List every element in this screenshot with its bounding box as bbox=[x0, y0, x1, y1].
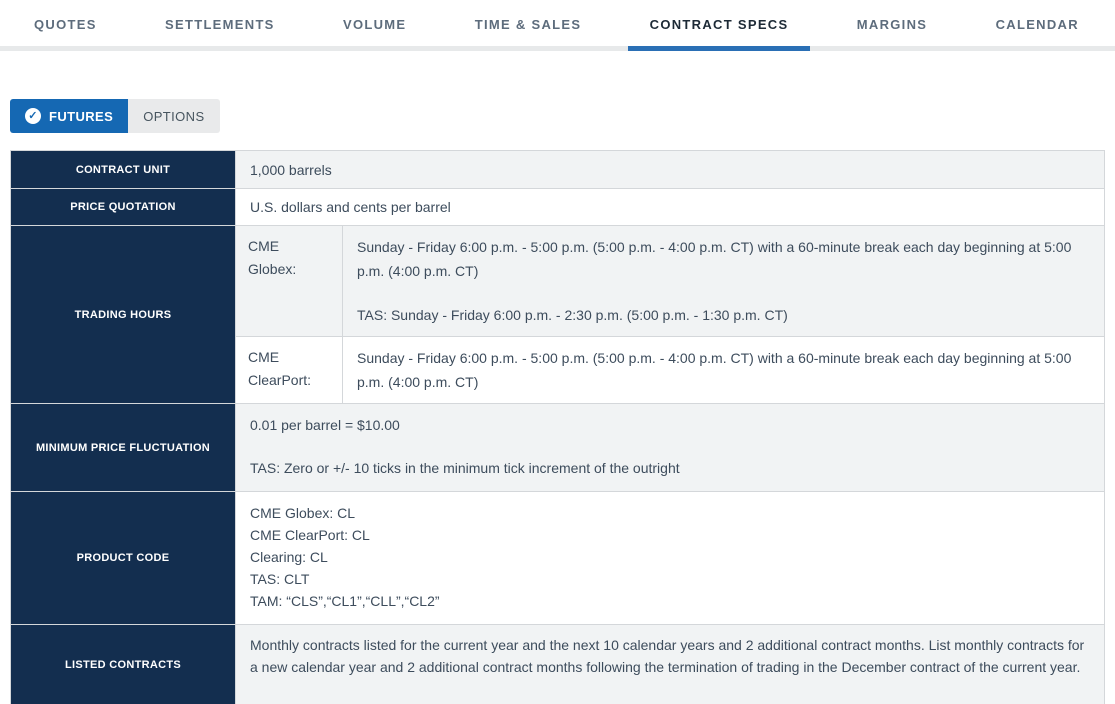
hours-line: Sunday - Friday 6:00 p.m. - 5:00 p.m. (5… bbox=[357, 350, 1072, 390]
row-value: 0.01 per barrel = $10.00 TAS: Zero or +/… bbox=[236, 404, 1104, 491]
check-circle-icon: ✓ bbox=[25, 108, 41, 124]
venue-hours: Sunday - Friday 6:00 p.m. - 5:00 p.m. (5… bbox=[343, 337, 1104, 403]
instrument-toggle: ✓ FUTURES OPTIONS bbox=[10, 99, 1115, 133]
row-label: MINIMUM PRICE FLUCTUATION bbox=[11, 404, 236, 491]
tab-settlements[interactable]: SETTLEMENTS bbox=[143, 0, 297, 46]
futures-toggle-label: FUTURES bbox=[49, 108, 114, 124]
row-label: CONTRACT UNIT bbox=[11, 151, 236, 188]
venue-label: CME Globex: bbox=[236, 226, 343, 336]
row-label: LISTED CONTRACTS bbox=[11, 625, 236, 704]
tab-calendar[interactable]: CALENDAR bbox=[974, 0, 1101, 46]
row-value: Monthly contracts listed for the current… bbox=[236, 625, 1104, 704]
value-line: CME ClearPort: CL bbox=[250, 527, 370, 543]
value-line: CME Globex: CL bbox=[250, 505, 356, 521]
value-line: TAS: Zero or +/- 10 ticks in the minimum… bbox=[250, 460, 680, 476]
venue-label: CME ClearPort: bbox=[236, 337, 343, 403]
row-label: PRODUCT CODE bbox=[11, 492, 236, 624]
tab-quotes[interactable]: QUOTES bbox=[12, 0, 119, 46]
trading-hours-clearport-subrow: CME ClearPort: Sunday - Friday 6:00 p.m.… bbox=[236, 336, 1104, 403]
hours-line: TAS: Sunday - Friday 6:00 p.m. - 2:30 p.… bbox=[357, 307, 788, 323]
hours-line: Sunday - Friday 6:00 p.m. - 5:00 p.m. (5… bbox=[357, 239, 1072, 279]
tab-margins[interactable]: MARGINS bbox=[835, 0, 950, 46]
trading-hours-globex-subrow: CME Globex: Sunday - Friday 6:00 p.m. - … bbox=[236, 226, 1104, 336]
table-row-contract-unit: CONTRACT UNIT 1,000 barrels bbox=[11, 151, 1104, 188]
value-line: TAS: CLT bbox=[250, 571, 310, 587]
tab-contract-specs[interactable]: CONTRACT SPECS bbox=[627, 0, 811, 51]
row-value: 1,000 barrels bbox=[236, 151, 1104, 188]
row-label: PRICE QUOTATION bbox=[11, 189, 236, 225]
contract-specs-table: CONTRACT UNIT 1,000 barrels PRICE QUOTAT… bbox=[10, 150, 1105, 704]
options-toggle-label: OPTIONS bbox=[143, 108, 205, 124]
options-toggle-button[interactable]: OPTIONS bbox=[128, 99, 220, 133]
row-value: CME Globex: CL CME ClearPort: CL Clearin… bbox=[236, 492, 1104, 624]
table-row-trading-hours: TRADING HOURS CME Globex: Sunday - Frida… bbox=[11, 225, 1104, 403]
futures-toggle-button[interactable]: ✓ FUTURES bbox=[10, 99, 129, 133]
row-label: TRADING HOURS bbox=[11, 226, 236, 403]
tab-time-and-sales[interactable]: TIME & SALES bbox=[453, 0, 604, 46]
table-row-minimum-price-fluctuation: MINIMUM PRICE FLUCTUATION 0.01 per barre… bbox=[11, 403, 1104, 491]
tab-volume[interactable]: VOLUME bbox=[321, 0, 428, 46]
value-line: Clearing: CL bbox=[250, 549, 328, 565]
table-row-listed-contracts: LISTED CONTRACTS Monthly contracts liste… bbox=[11, 624, 1104, 704]
venue-hours: Sunday - Friday 6:00 p.m. - 5:00 p.m. (5… bbox=[343, 226, 1104, 336]
table-row-price-quotation: PRICE QUOTATION U.S. dollars and cents p… bbox=[11, 188, 1104, 225]
value-line: TAM: “CLS”,“CL1”,“CLL”,“CL2” bbox=[250, 593, 440, 609]
product-tab-bar: QUOTES SETTLEMENTS VOLUME TIME & SALES C… bbox=[0, 0, 1115, 51]
value-line: 0.01 per barrel = $10.00 bbox=[250, 417, 400, 433]
table-row-product-code: PRODUCT CODE CME Globex: CL CME ClearPor… bbox=[11, 491, 1104, 624]
row-value: U.S. dollars and cents per barrel bbox=[236, 189, 1104, 225]
